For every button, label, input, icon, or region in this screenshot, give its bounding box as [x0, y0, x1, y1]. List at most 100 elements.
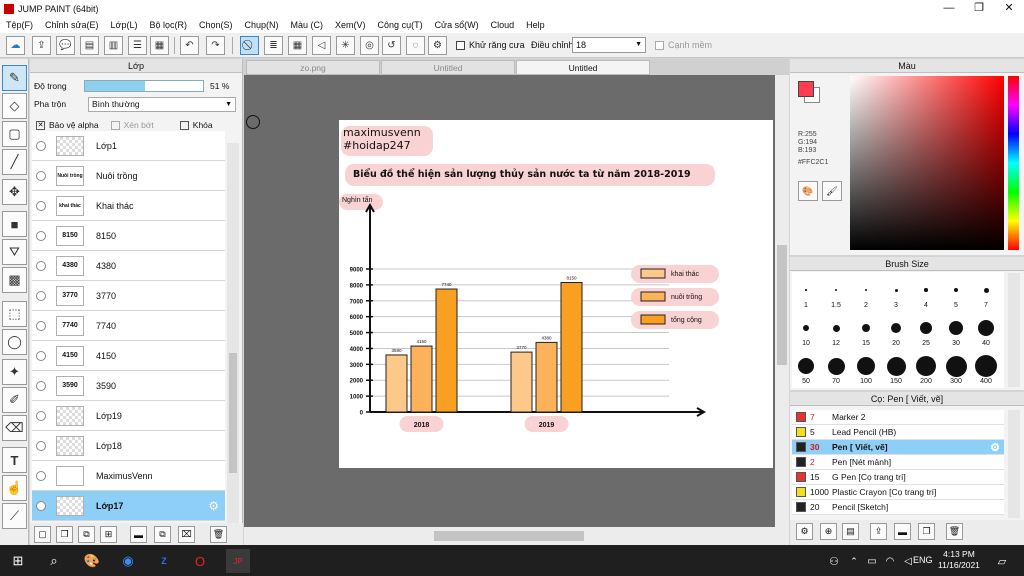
blend-select[interactable]: Bình thường ▼ — [88, 96, 236, 112]
zalo-app-icon[interactable]: Z — [152, 549, 176, 573]
brush-size-dot[interactable] — [945, 355, 967, 377]
layer-row[interactable]: 3770 3770 — [32, 281, 225, 311]
trash-icon[interactable]: 🗑 — [210, 526, 227, 543]
export-brush-icon[interactable]: ⇪ — [870, 523, 887, 540]
text-tool-icon[interactable]: T — [2, 447, 27, 473]
curve-icon[interactable]: ↺ — [382, 36, 401, 55]
brush-size-dot[interactable] — [835, 289, 837, 291]
opera-app-icon[interactable]: O — [188, 549, 212, 573]
brush-preset-row[interactable]: 7 Marker 2 — [792, 410, 1004, 425]
menu-capture[interactable]: Chụp(N) — [239, 20, 285, 30]
eyedropper-icon[interactable]: ⟋ — [2, 503, 27, 529]
gear-icon[interactable]: ⚙ — [428, 36, 447, 55]
tab-untitled-2[interactable]: Untitled — [516, 60, 650, 75]
fill-rect-icon[interactable]: ■ — [2, 211, 27, 237]
layer-row[interactable]: khai thác Khai thác — [32, 191, 225, 221]
menu-file[interactable]: Tệp(F) — [0, 20, 39, 30]
vertical-scrollbar[interactable] — [775, 75, 789, 527]
layer-row-selected[interactable]: Lớp17 ⚙ — [32, 491, 225, 521]
ellipse-icon[interactable]: ◌ — [406, 36, 425, 55]
visibility-icon[interactable] — [36, 140, 46, 151]
folder-icon[interactable]: ▬ — [130, 526, 147, 543]
visibility-icon[interactable] — [36, 200, 46, 211]
brush-size-dot[interactable] — [827, 357, 845, 375]
brush-size-dot[interactable] — [798, 358, 814, 374]
windows-start-icon[interactable]: ⊞ — [6, 549, 30, 573]
color-saturation-picker[interactable] — [850, 76, 1004, 250]
brush-preset-row[interactable]: 15 G Pen [Cọ trang trí] — [792, 470, 1004, 485]
select-pen-icon[interactable]: ✐ — [2, 387, 27, 413]
layer-row[interactable]: 4380 4380 — [32, 251, 225, 281]
paint-app-icon[interactable]: 🎨 — [80, 549, 104, 573]
lock-checkbox[interactable] — [179, 120, 189, 130]
clip-checkbox[interactable] — [110, 120, 120, 130]
brush-size-dot[interactable] — [983, 287, 989, 293]
operation-icon[interactable]: ☝ — [2, 475, 27, 501]
layer-row[interactable]: 8150 8150 — [32, 221, 225, 251]
visibility-icon[interactable] — [36, 470, 46, 481]
tab-zo-png[interactable]: zo.png — [246, 60, 380, 75]
concentric-icon[interactable]: ◎ — [360, 36, 379, 55]
menu-layer[interactable]: Lớp(L) — [105, 20, 144, 30]
drawing-canvas[interactable]: maximusvenn #hoidap247 Biểu đồ thể hiện … — [339, 120, 773, 468]
visibility-icon[interactable] — [36, 320, 46, 331]
rect-select-icon[interactable]: ▢ — [2, 121, 27, 147]
smooth-checkbox[interactable] — [655, 41, 664, 50]
copy-brush-icon[interactable]: ❐ — [918, 523, 935, 540]
lasso-icon[interactable]: ◯ — [2, 329, 27, 355]
brush-size-dot[interactable] — [857, 357, 875, 375]
visibility-icon[interactable] — [36, 380, 46, 391]
brush-size-dot[interactable] — [805, 289, 807, 291]
visibility-icon[interactable] — [36, 290, 46, 301]
brush-menu-icon[interactable]: ▤ — [842, 523, 859, 540]
adjust-input[interactable]: 18 ▼ — [572, 37, 646, 53]
brush-size-dot[interactable] — [949, 321, 963, 335]
search-icon[interactable]: ⌕ — [42, 549, 66, 573]
brush-tool-icon[interactable]: ✎ — [2, 65, 27, 91]
visibility-icon[interactable] — [36, 410, 46, 421]
layer-row[interactable]: Lớp1 — [32, 131, 225, 161]
language-indicator[interactable]: ENG — [913, 555, 933, 565]
copy-layer-icon[interactable]: ❐ — [56, 526, 73, 543]
maximize-button[interactable]: ❐ — [964, 0, 994, 17]
brush-size-dot[interactable] — [832, 324, 840, 332]
eraser-tool-icon[interactable]: ◇ — [2, 93, 27, 119]
clear-layer-icon[interactable]: ⌧ — [178, 526, 195, 543]
select-eraser-icon[interactable]: ⌫ — [2, 415, 27, 441]
brush-size-dot[interactable] — [894, 288, 898, 292]
menu-tools[interactable]: Công cụ(T) — [372, 20, 429, 30]
list-icon[interactable]: ☰ — [128, 36, 147, 55]
menu-view[interactable]: Xem(V) — [329, 20, 372, 30]
palette-edit-icon[interactable]: 🖌 — [822, 181, 842, 201]
menu-cloud[interactable]: Cloud — [485, 20, 521, 30]
brush-preset-row[interactable]: 5 Lead Pencil (HB) — [792, 425, 1004, 440]
merge-layer-icon[interactable]: ⧉ — [78, 526, 95, 543]
zoom-app-icon[interactable]: ◉ — [116, 549, 140, 573]
brush-size-dot[interactable] — [916, 356, 936, 376]
export-icon[interactable]: ⇪ — [32, 36, 51, 55]
opacity-slider[interactable] — [84, 80, 204, 92]
bucket-icon[interactable]: ⛛ — [2, 239, 27, 265]
add-brush-icon[interactable]: ⊕ — [820, 523, 837, 540]
layer-row[interactable]: Lớp19 — [32, 401, 225, 431]
magic-wand-icon[interactable]: ✦ — [2, 359, 27, 385]
layer-row[interactable]: MaximusVenn — [32, 461, 225, 491]
layer-scrollbar[interactable] — [227, 143, 239, 523]
tab-untitled-1[interactable]: Untitled — [381, 60, 515, 75]
gradient-icon[interactable]: ▩ — [2, 267, 27, 293]
line-tool-icon[interactable]: ╱ — [2, 149, 27, 175]
speech-bubble-icon[interactable]: 💬 — [56, 36, 75, 55]
brush-scrollbar[interactable] — [1008, 273, 1020, 387]
parallel-lines-icon[interactable]: ≣ — [264, 36, 283, 55]
menu-select[interactable]: Chọn(S) — [193, 20, 239, 30]
brush-size-dot[interactable] — [920, 322, 932, 334]
visibility-icon[interactable] — [36, 230, 46, 241]
new-layer-icon[interactable]: ▢ — [34, 526, 51, 543]
menu-filter[interactable]: Bộ lọc(R) — [143, 20, 193, 30]
pen-settings-icon[interactable]: ⚙ — [796, 523, 813, 540]
protect-alpha-checkbox[interactable]: ✕ — [36, 120, 45, 130]
trash-icon[interactable]: 🗑 — [946, 523, 963, 540]
canvas-workspace[interactable]: maximusvenn #hoidap247 Biểu đồ thể hiện … — [244, 75, 775, 527]
brush-preset-row[interactable]: 1000 Plastic Crayon [Cọ trang trí] — [792, 485, 1004, 500]
gear-icon[interactable]: ⚙ — [990, 441, 1000, 454]
